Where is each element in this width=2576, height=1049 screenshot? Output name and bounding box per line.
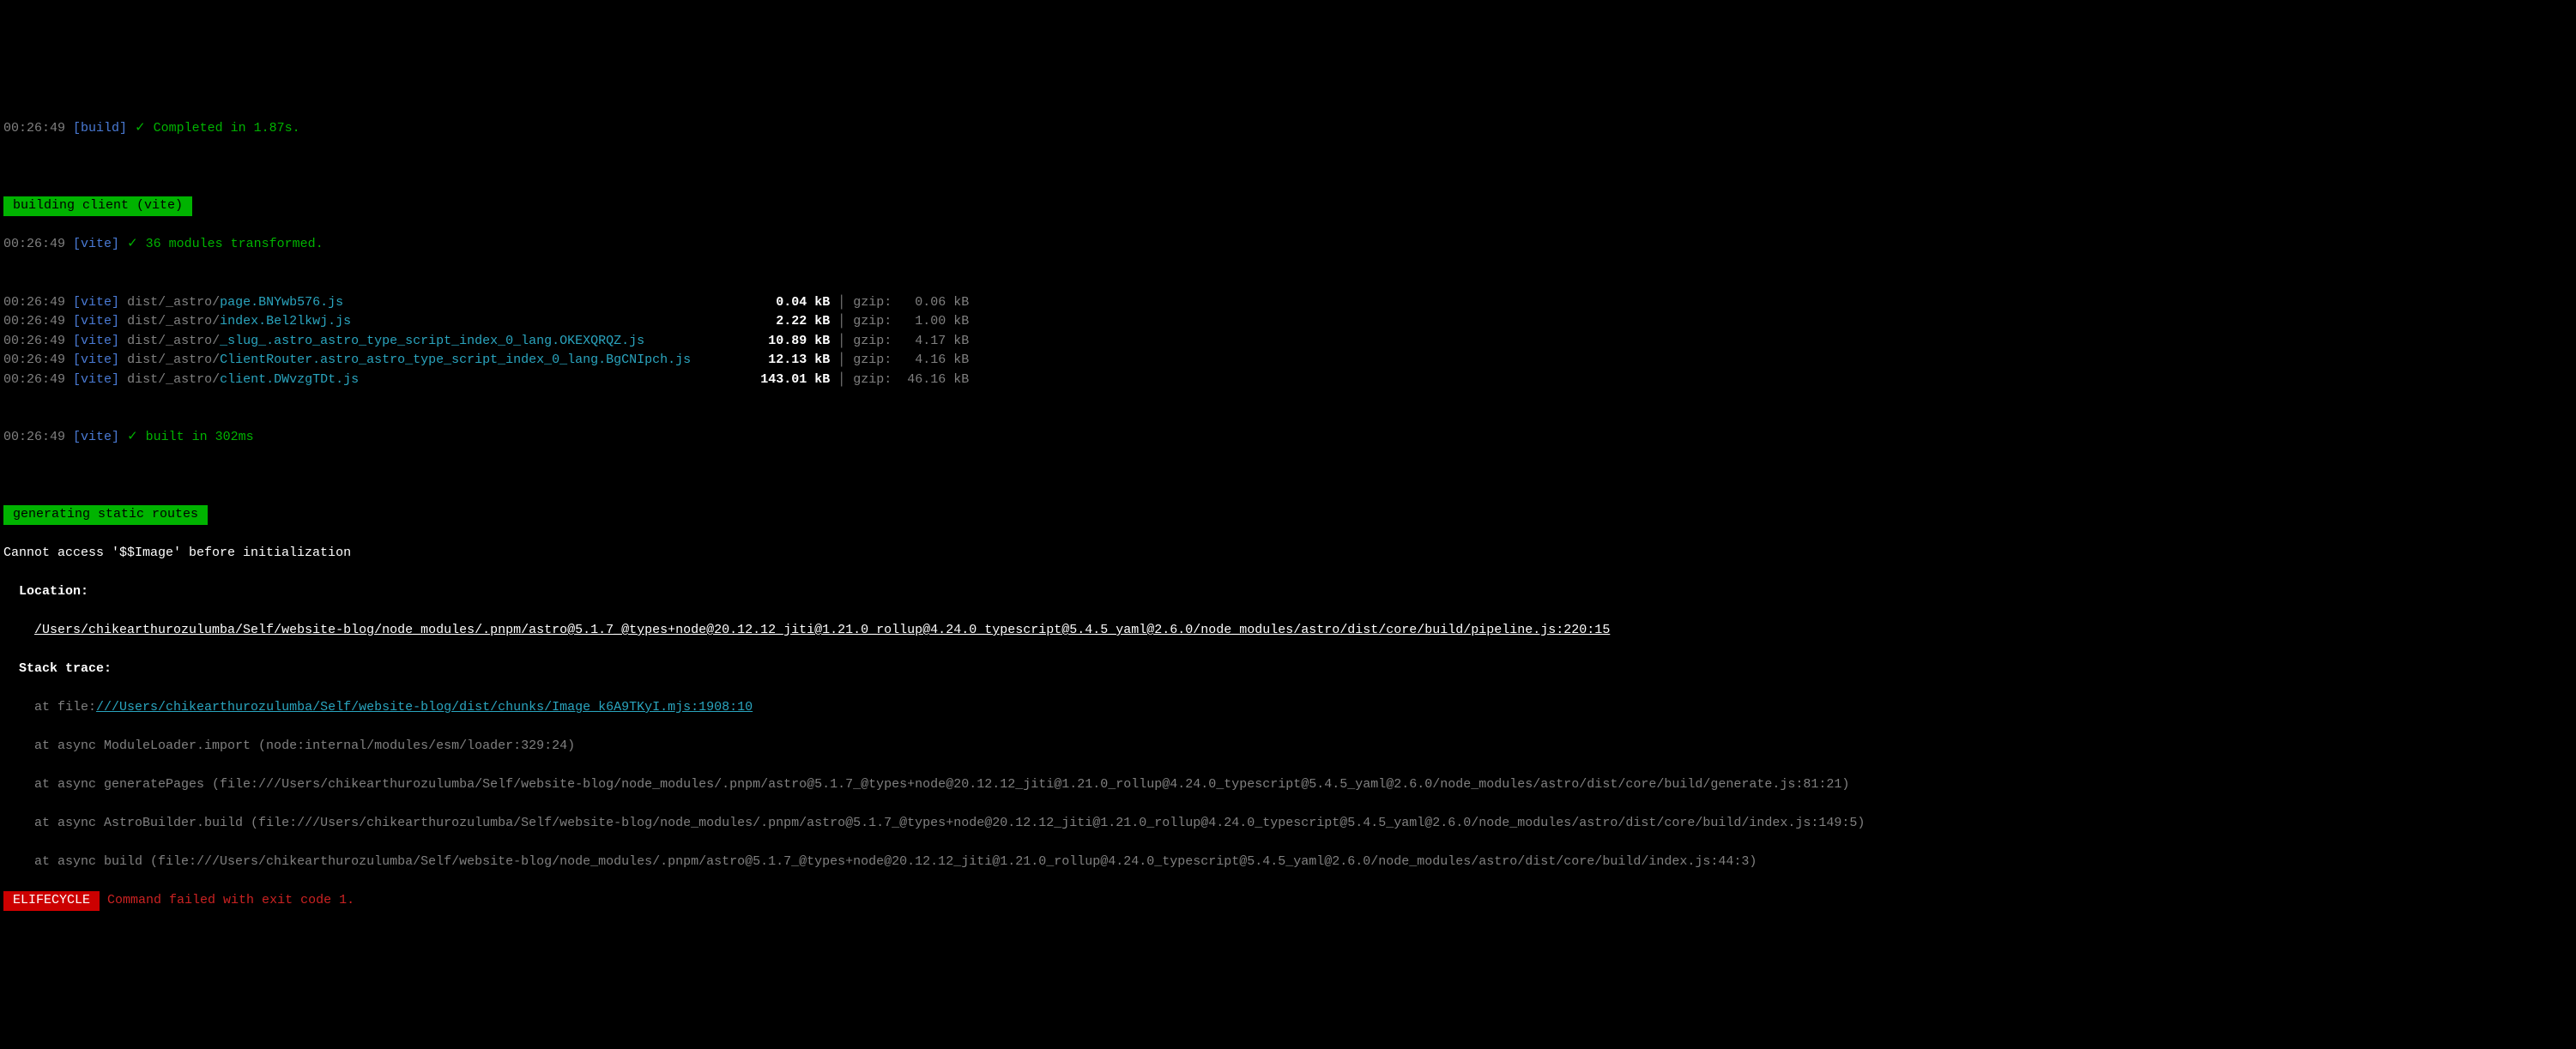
timestamp: 00:26:49: [3, 121, 65, 136]
log-line: 00:26:49 [vite] ✓ 36 modules transformed…: [3, 235, 2573, 255]
asset-size: 12.13 kB: [760, 353, 830, 367]
asset-path-prefix: dist/_astro/: [127, 295, 220, 310]
location-path-line: /Users/chikearthurozulumba/Self/website-…: [3, 621, 2573, 641]
log-msg: built in 302ms: [146, 430, 254, 444]
stack-frame-prefix: at file:: [3, 700, 96, 714]
vite-tag: [vite]: [73, 353, 119, 367]
asset-row: 00:26:49 [vite] dist/_astro/_slug_.astro…: [3, 332, 2573, 352]
asset-size: 0.04 kB: [760, 295, 830, 310]
stack-frame: at async ModuleLoader.import (node:inter…: [3, 737, 2573, 757]
timestamp: 00:26:49: [3, 295, 65, 310]
check-icon: ✓: [135, 121, 146, 136]
vite-tag: [vite]: [73, 314, 119, 329]
location-label: Location:: [3, 582, 2573, 602]
vite-tag: [vite]: [73, 430, 119, 444]
section-banner: building client (vite): [3, 196, 2573, 216]
asset-gzip-size: gzip: 4.17 kB: [853, 334, 969, 348]
stack-frame: at async AstroBuilder.build (file:///Use…: [3, 814, 2573, 834]
stack-trace-label: Stack trace:: [3, 660, 2573, 679]
blank-line: [3, 158, 2573, 178]
location-path[interactable]: /Users/chikearthurozulumba/Self/website-…: [34, 623, 1610, 637]
asset-list: 00:26:49 [vite] dist/_astro/page.BNYwb57…: [3, 293, 2573, 390]
lifecycle-msg: Command failed with exit code 1.: [100, 893, 354, 907]
asset-path-prefix: dist/_astro/: [127, 314, 220, 329]
log-msg: 36 modules transformed.: [146, 237, 324, 251]
vite-tag: [vite]: [73, 237, 119, 251]
spacer: [644, 334, 760, 348]
timestamp: 00:26:49: [3, 353, 65, 367]
indent: [3, 623, 34, 637]
spacer: [691, 353, 760, 367]
asset-filename: client.DWvzgTDt.js: [220, 372, 359, 387]
section-banner: generating static routes: [3, 505, 2573, 525]
asset-gzip-size: gzip: 46.16 kB: [853, 372, 969, 387]
terminal-output: 00:26:49 [build] ✓ Completed in 1.87s. b…: [3, 81, 2573, 950]
blank-line: [3, 467, 2573, 486]
stack-frame: at file:///Users/chikearthurozulumba/Sel…: [3, 698, 2573, 718]
timestamp: 00:26:49: [3, 372, 65, 387]
timestamp: 00:26:49: [3, 314, 65, 329]
asset-path-prefix: dist/_astro/: [127, 353, 220, 367]
asset-filename: index.Bel2lkwj.js: [220, 314, 351, 329]
vite-tag: [vite]: [73, 295, 119, 310]
asset-size: 143.01 kB: [760, 372, 830, 387]
asset-row: 00:26:49 [vite] dist/_astro/client.DWvzg…: [3, 371, 2573, 390]
pipe-separator: │: [830, 314, 853, 329]
vite-tag: [vite]: [73, 334, 119, 348]
pipe-separator: │: [830, 295, 853, 310]
asset-gzip-size: gzip: 4.16 kB: [853, 353, 969, 367]
asset-row: 00:26:49 [vite] dist/_astro/page.BNYwb57…: [3, 293, 2573, 313]
asset-row: 00:26:49 [vite] dist/_astro/ClientRouter…: [3, 351, 2573, 371]
banner-building-client: building client (vite): [3, 196, 192, 216]
banner-generating-routes: generating static routes: [3, 505, 208, 525]
spacer: [359, 372, 760, 387]
spacer: [343, 295, 760, 310]
timestamp: 00:26:49: [3, 430, 65, 444]
log-msg: Completed in 1.87s.: [154, 121, 300, 136]
spacer: [351, 314, 760, 329]
check-icon: ✓: [127, 430, 138, 444]
asset-gzip-size: gzip: 1.00 kB: [853, 314, 969, 329]
pipe-separator: │: [830, 334, 853, 348]
log-line: 00:26:49 [build] ✓ Completed in 1.87s.: [3, 119, 2573, 139]
asset-filename: ClientRouter.astro_astro_type_script_ind…: [220, 353, 691, 367]
timestamp: 00:26:49: [3, 237, 65, 251]
asset-path-prefix: dist/_astro/: [127, 334, 220, 348]
asset-size: 10.89 kB: [760, 334, 830, 348]
pipe-separator: │: [830, 353, 853, 367]
stack-frame: at async build (file:///Users/chikearthu…: [3, 853, 2573, 872]
asset-size: 2.22 kB: [760, 314, 830, 329]
log-line: 00:26:49 [vite] ✓ built in 302ms: [3, 428, 2573, 448]
timestamp: 00:26:49: [3, 334, 65, 348]
stack-frame-link[interactable]: ///Users/chikearthurozulumba/Self/websit…: [96, 700, 753, 714]
elifecycle-tag: ELIFECYCLE: [3, 891, 100, 911]
asset-filename: _slug_.astro_astro_type_script_index_0_l…: [220, 334, 644, 348]
check-icon: ✓: [127, 237, 138, 251]
pipe-separator: │: [830, 372, 853, 387]
build-tag: [build]: [73, 121, 127, 136]
error-message: Cannot access '$$Image' before initializ…: [3, 544, 2573, 564]
vite-tag: [vite]: [73, 372, 119, 387]
asset-gzip-size: gzip: 0.06 kB: [853, 295, 969, 310]
asset-path-prefix: dist/_astro/: [127, 372, 220, 387]
stack-frame: at async generatePages (file:///Users/ch…: [3, 775, 2573, 795]
asset-row: 00:26:49 [vite] dist/_astro/index.Bel2lk…: [3, 312, 2573, 332]
lifecycle-line: ELIFECYCLE Command failed with exit code…: [3, 891, 2573, 911]
asset-filename: page.BNYwb576.js: [220, 295, 343, 310]
